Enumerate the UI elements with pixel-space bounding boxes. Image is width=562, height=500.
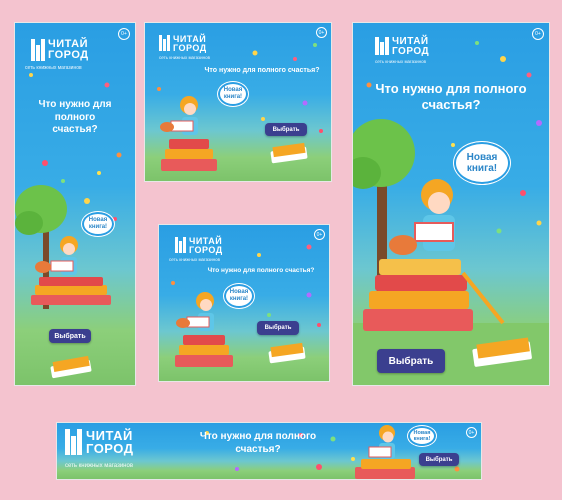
speech-bubble: Новая книга! [223,283,255,309]
banner-large-rectangle[interactable]: 0+ ЧИТАЙ ГОРОД сеть книжных магазинов Что… [352,22,550,386]
brand-tagline: сеть книжных магазинов [159,55,211,60]
brand-tagline: сеть книжных магазинов [25,65,82,71]
choose-button[interactable]: Выбрать [257,321,299,335]
choose-button[interactable]: Выбрать [49,329,91,343]
logo-mark-icon [65,429,82,455]
banner-skyscraper[interactable]: 0+ ЧИТАЙ ГОРОД сеть книжных магазинов Что… [14,22,136,386]
brand-logo[interactable]: ЧИТАЙ ГОРОД [65,429,134,455]
brand-tagline: сеть книжных магазинов [169,257,221,262]
choose-button[interactable]: Выбрать [419,453,459,466]
banner-leaderboard[interactable]: 0+ ЧИТАЙ ГОРОД сеть книжных магазинов Что… [56,422,482,480]
banner-headline: Что нужно для полного счастья? [204,67,320,74]
age-rating-badge: 0+ [316,27,327,38]
age-rating-badge: 0+ [466,427,477,438]
age-rating-badge: 0+ [532,28,544,40]
brand-logo[interactable]: ЧИТАЙ ГОРОД [31,39,89,61]
brand-name: ЧИТАЙ ГОРОД [173,34,207,53]
banner-headline: Что нужно для полного счастья? [199,431,317,455]
logo-mark-icon [175,237,186,253]
banner-headline: Что нужно для полного счастья? [38,99,112,135]
brand-logo[interactable]: ЧИТАЙ ГОРОД [375,37,429,57]
banner-headline: Что нужно для полного счастья? [375,81,527,113]
age-rating-badge: 0+ [118,28,130,40]
logo-mark-icon [31,39,45,61]
speech-bubble: Новая книга! [81,211,115,237]
banner-medium-rectangle[interactable]: 0+ ЧИТАЙ ГОРОД сеть книжных магазинов Что… [158,224,330,382]
speech-bubble: Новая книга! [453,141,511,185]
brand-name: ЧИТАЙ ГОРОД [86,428,134,456]
speech-bubble: Новая книга! [217,81,249,107]
brand-tagline: сеть книжных магазинов [65,463,134,469]
banner-illustration [353,41,549,385]
brand-name: ЧИТАЙ ГОРОД [392,36,430,57]
brand-name: ЧИТАЙ ГОРОД [48,38,89,61]
age-rating-badge: 0+ [314,229,325,240]
banner-headline: Что нужно для полного счастья? [207,267,315,274]
choose-button[interactable]: Выбрать [265,123,307,136]
brand-name: ЧИТАЙ ГОРОД [189,236,223,255]
brand-logo[interactable]: ЧИТАЙ ГОРОД [159,35,207,53]
logo-mark-icon [375,37,389,55]
speech-bubble: Новая книга! [407,425,437,447]
banner-small-rectangle[interactable]: 0+ ЧИТАЙ ГОРОД сеть книжных магазинов Что… [144,22,332,182]
logo-mark-icon [159,35,170,51]
brand-logo[interactable]: ЧИТАЙ ГОРОД [175,237,223,255]
choose-button[interactable]: Выбрать [377,349,445,373]
brand-tagline: сеть книжных магазинов [375,59,427,64]
